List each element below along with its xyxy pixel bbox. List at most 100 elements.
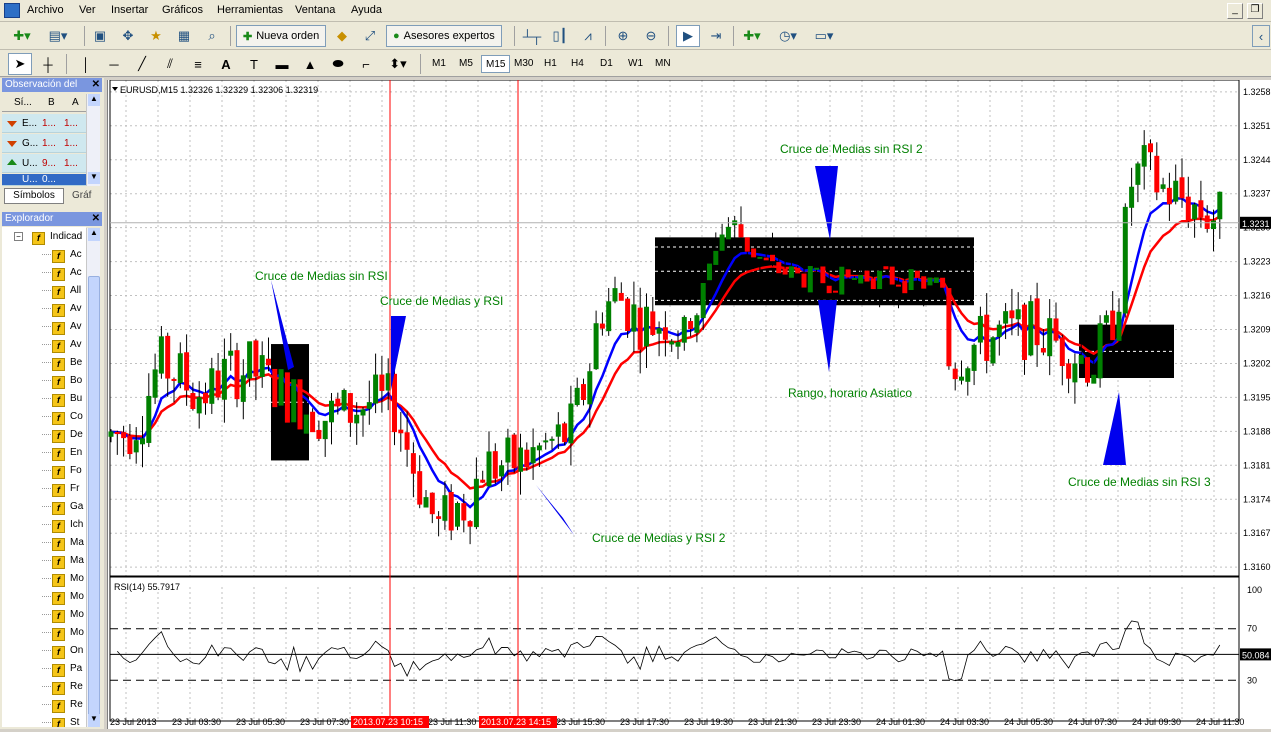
market-watch-row-selected[interactable]: U... 0...	[2, 174, 86, 186]
text-label-icon[interactable]: T	[242, 53, 266, 75]
cursor-icon[interactable]: ➤	[8, 53, 32, 75]
menu-insertar[interactable]: Insertar	[111, 4, 148, 16]
market-watch-row[interactable]: E... 1... 1...	[2, 114, 86, 133]
chart-shift-icon[interactable]: ⇥	[704, 25, 728, 47]
menu-herramientas[interactable]: Herramientas	[217, 4, 283, 16]
market-watch-row[interactable]: G... 1... 1...	[2, 134, 86, 153]
menu-graficos[interactable]: Gráficos	[162, 4, 203, 16]
crosshair-icon[interactable]: ┼	[36, 53, 60, 75]
tab-ticks[interactable]: Gráf	[72, 189, 102, 203]
market-watch-icon[interactable]: ▣	[88, 25, 112, 47]
triangle-icon[interactable]: ▲	[298, 53, 322, 75]
menu-ventana[interactable]: Ventana	[295, 4, 335, 16]
tree-indicator-item[interactable]: f Bu	[52, 390, 82, 408]
autoscroll-icon[interactable]: ▶	[676, 25, 700, 47]
restore-icon[interactable]: ❐	[1247, 3, 1263, 19]
fullscreen-icon[interactable]: ⤢	[358, 25, 382, 47]
tree-indicator-item[interactable]: f St	[52, 714, 79, 727]
arrows-icon[interactable]: ⬍▾	[386, 53, 410, 75]
tf-m5[interactable]: M5	[455, 55, 477, 73]
tree-indicator-item[interactable]: f En	[52, 444, 82, 462]
tree-indicator-item[interactable]: f Ma	[52, 534, 84, 552]
tf-d1[interactable]: D1	[596, 55, 617, 73]
tf-m1[interactable]: M1	[428, 55, 450, 73]
terminal-icon[interactable]: ▦	[172, 25, 196, 47]
tree-indicator-item[interactable]: f All	[52, 282, 81, 300]
expert-advisors-button[interactable]: ● Asesores expertos	[386, 25, 502, 47]
gann-icon[interactable]: ⌐	[354, 53, 378, 75]
tree-indicator-item[interactable]: f Mo	[52, 606, 84, 624]
tree-indicator-item[interactable]: f De	[52, 426, 83, 444]
metaeditor-icon[interactable]: ◆	[330, 25, 354, 47]
tree-indicator-item[interactable]: f Re	[52, 696, 83, 714]
tree-indicator-item[interactable]: f Ma	[52, 552, 84, 570]
horizontal-line-icon[interactable]: ─	[102, 53, 126, 75]
candlestick-icon[interactable]: ▯┃	[548, 25, 572, 47]
menu-ayuda[interactable]: Ayuda	[351, 4, 382, 16]
tf-h4[interactable]: H4	[567, 55, 588, 73]
scroll-thumb[interactable]	[88, 276, 100, 716]
scroll-down-icon[interactable]: ▼	[88, 172, 100, 184]
tree-indicator-item[interactable]: f On	[52, 642, 83, 660]
tree-indicator-item[interactable]: f Ac	[52, 264, 82, 282]
rectangle-icon[interactable]: ▬	[270, 53, 294, 75]
minimize-icon[interactable]: _	[1227, 3, 1243, 19]
tree-indicator-item[interactable]: f Av	[52, 300, 82, 318]
col-symbol[interactable]: Sí...	[14, 97, 32, 108]
menu-ver[interactable]: Ver	[79, 4, 96, 16]
market-watch-row[interactable]: U... 9... 1...	[2, 154, 86, 173]
tf-w1[interactable]: W1	[624, 55, 647, 73]
data-window-icon[interactable]: ✥	[116, 25, 140, 47]
col-ask[interactable]: A	[72, 97, 79, 108]
zoom-out-icon[interactable]: ⊖	[639, 25, 663, 47]
menu-archivo[interactable]: Archivo	[27, 4, 64, 16]
tree-indicator-item[interactable]: f Mo	[52, 588, 84, 606]
tf-mn[interactable]: MN	[651, 55, 675, 73]
periods-icon[interactable]: ◷▾	[776, 25, 800, 47]
market-watch-scrollbar[interactable]: ▲ ▼	[86, 94, 100, 186]
tf-m15[interactable]: M15	[481, 55, 511, 73]
strategy-tester-icon[interactable]: ⌕	[200, 25, 224, 47]
bar-chart-icon[interactable]: ┴┬	[520, 25, 544, 47]
tree-indicator-item[interactable]: f Co	[52, 408, 83, 426]
tree-indicator-item[interactable]: f Mo	[52, 624, 84, 642]
col-bid[interactable]: B	[48, 97, 55, 108]
close-icon[interactable]: ✕	[92, 212, 100, 226]
templates-icon[interactable]: ▭▾	[812, 25, 836, 47]
fibonacci-icon[interactable]: ≡	[186, 53, 210, 75]
tree-indicator-item[interactable]: f Mo	[52, 570, 84, 588]
tree-indicator-item[interactable]: f Ich	[52, 516, 83, 534]
navigator-icon[interactable]: ★	[144, 25, 168, 47]
zoom-in-icon[interactable]: ⊕	[611, 25, 635, 47]
tree-indicators[interactable]: f Indicad	[32, 228, 82, 246]
tree-indicator-item[interactable]: f Fo	[52, 462, 82, 480]
indicators-icon[interactable]: ✚▾	[740, 25, 764, 47]
tf-m30[interactable]: M30	[510, 55, 537, 73]
scroll-up-icon[interactable]: ▲	[88, 94, 100, 106]
trendline-icon[interactable]: ╱	[130, 53, 154, 75]
tree-indicator-item[interactable]: f Pa	[52, 660, 82, 678]
collapse-icon[interactable]: −	[14, 232, 23, 241]
navigator-scrollbar[interactable]: ▲ ▼	[86, 228, 100, 727]
tf-h1[interactable]: H1	[540, 55, 561, 73]
chart-window[interactable]: Cruce de Medias sin RSI Cruce de Medias y…	[107, 79, 1271, 729]
tree-indicator-item[interactable]: f Av	[52, 318, 82, 336]
line-chart-icon[interactable]: ⩘	[576, 25, 600, 47]
scroll-down-icon[interactable]: ▼	[88, 714, 100, 727]
equidistant-channel-icon[interactable]: ⫽	[158, 53, 182, 75]
tree-indicator-item[interactable]: f Ga	[52, 498, 83, 516]
close-icon[interactable]: ✕	[92, 78, 100, 92]
vertical-line-icon[interactable]: │	[74, 53, 98, 75]
text-icon[interactable]: A	[214, 53, 238, 75]
new-chart-icon[interactable]: ✚▾	[10, 25, 34, 47]
tree-indicator-item[interactable]: f Bo	[52, 372, 82, 390]
tree-indicator-item[interactable]: f Av	[52, 336, 82, 354]
tree-indicator-item[interactable]: f Ac	[52, 246, 82, 264]
chart-canvas[interactable]: Cruce de Medias sin RSI Cruce de Medias y…	[108, 79, 1271, 729]
toolbar-overflow-icon[interactable]: ‹	[1252, 25, 1270, 47]
chart-menu-icon[interactable]	[112, 87, 118, 91]
tree-indicator-item[interactable]: f Be	[52, 354, 82, 372]
tree-indicator-item[interactable]: f Fr	[52, 480, 79, 498]
ellipse-icon[interactable]: ⬬	[326, 53, 350, 75]
tab-symbols[interactable]: Símbolos	[4, 188, 64, 204]
